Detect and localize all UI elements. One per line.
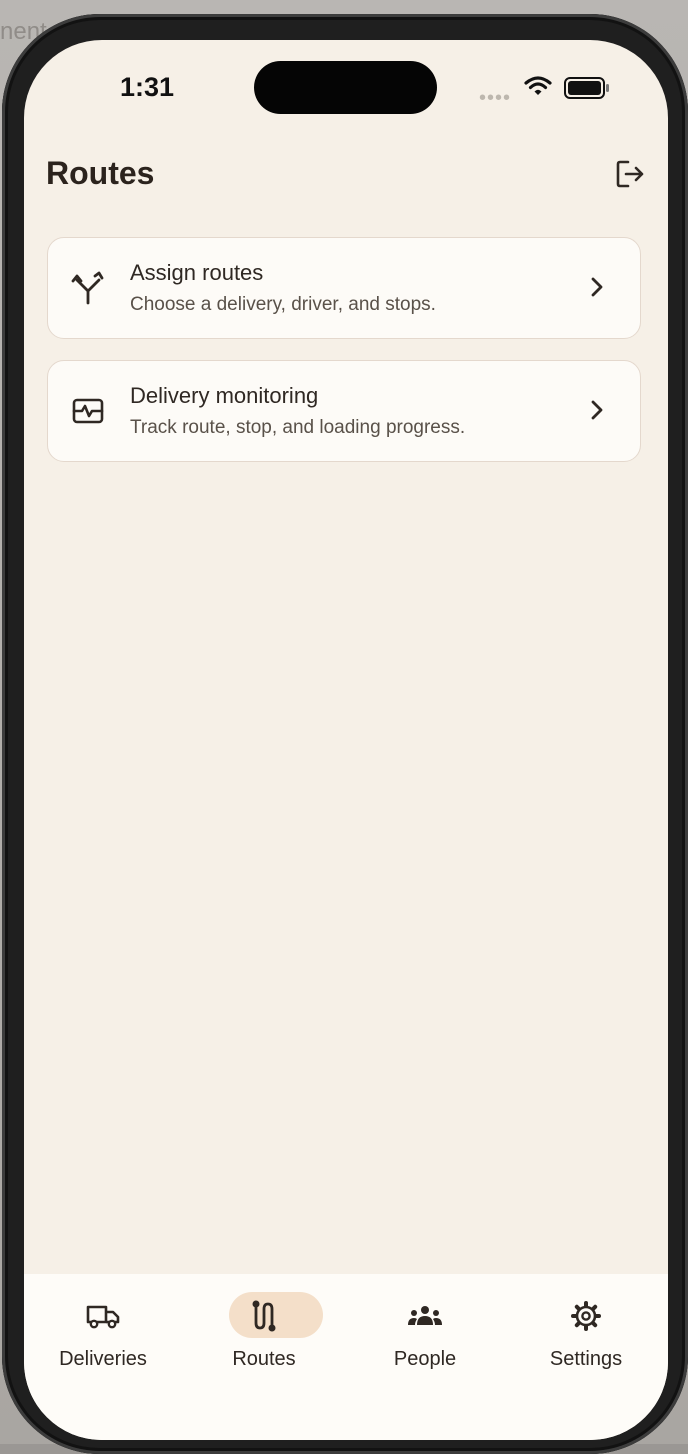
battery-icon	[564, 77, 610, 104]
page-title: Routes	[46, 155, 155, 191]
tab-label: Routes	[232, 1348, 296, 1370]
tab-settings[interactable]: Settings	[514, 1292, 664, 1392]
monitor-pulse-icon	[69, 392, 107, 430]
chevron-right-icon	[590, 399, 604, 426]
page-header: Routes	[46, 152, 648, 202]
truck-icon	[83, 1297, 123, 1335]
tab-deliveries[interactable]: Deliveries	[31, 1292, 181, 1392]
delivery-monitoring-card[interactable]: Delivery monitoring Track route, stop, a…	[47, 360, 641, 462]
tab-routes[interactable]: Routes	[192, 1292, 342, 1392]
status-bar: 1:31 ••••	[24, 40, 668, 140]
dynamic-island	[254, 61, 437, 114]
card-title: Assign routes	[130, 260, 264, 285]
assign-routes-card[interactable]: Assign routes Choose a delivery, driver,…	[47, 237, 641, 339]
route-icon	[244, 1297, 284, 1335]
logout-button[interactable]	[612, 156, 648, 192]
chevron-right-icon	[590, 276, 604, 303]
tab-label: Settings	[549, 1348, 623, 1370]
card-subtitle: Choose a delivery, driver, and stops.	[130, 294, 436, 315]
gear-icon	[566, 1297, 606, 1335]
card-title: Delivery monitoring	[130, 383, 319, 408]
app-screen: 1:31 •••• Routes Assign routes Choose a …	[24, 40, 668, 1440]
tab-label: Deliveries	[59, 1348, 147, 1370]
status-time: 1:31	[120, 72, 175, 102]
tab-bar: Deliveries Routes People Settings	[24, 1274, 668, 1440]
route-split-icon	[69, 269, 107, 307]
signal-dots-icon: ••••	[479, 87, 512, 109]
people-icon	[405, 1297, 445, 1335]
tab-people[interactable]: People	[353, 1292, 503, 1392]
logout-icon	[616, 160, 644, 188]
tab-label: People	[393, 1348, 457, 1370]
card-subtitle: Track route, stop, and loading progress.	[130, 417, 466, 438]
wifi-icon	[524, 75, 552, 102]
